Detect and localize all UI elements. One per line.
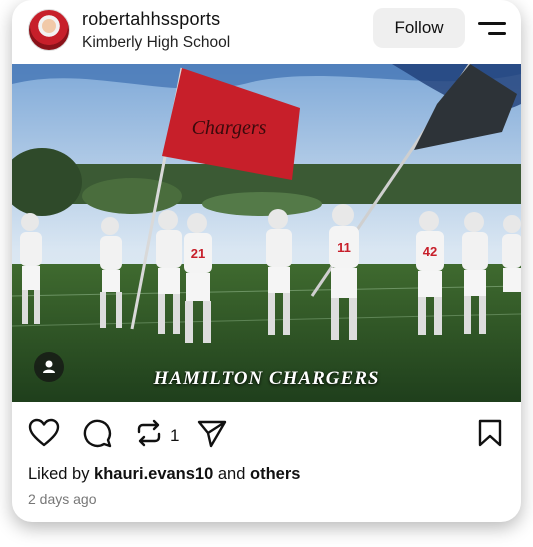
liked-middle: and (213, 465, 250, 483)
jersey-number: 42 (423, 244, 437, 259)
bookmark-icon[interactable] (477, 418, 503, 448)
jersey-number: 21 (191, 246, 205, 261)
location-label[interactable]: Kimberly High School (82, 34, 230, 52)
heart-icon[interactable] (28, 418, 60, 448)
liked-others-link[interactable]: others (250, 465, 300, 483)
menu-lines-icon[interactable] (478, 18, 506, 40)
flag-text: Chargers (192, 117, 267, 139)
post-timestamp: 2 days ago (28, 491, 97, 507)
person-tag-icon[interactable] (34, 352, 64, 382)
follow-button[interactable]: Follow (373, 8, 465, 48)
football-team-photo: Chargers 21 11 42 (12, 64, 521, 402)
repost-count: 1 (170, 426, 180, 445)
liked-user-link[interactable]: khauri.evans10 (94, 465, 213, 483)
repost-icon[interactable] (134, 418, 164, 448)
username[interactable]: robertahhssports (82, 9, 220, 30)
image-caption: HAMILTON CHARGERS (153, 368, 380, 389)
post-header: robertahhssports Kimberly High School Fo… (12, 0, 521, 64)
likes-summary: Liked by khauri.evans10 and others (28, 465, 300, 484)
action-bar: 1 (12, 402, 521, 460)
comment-icon[interactable] (82, 418, 112, 448)
send-icon[interactable] (196, 418, 228, 448)
liked-prefix: Liked by (28, 465, 95, 483)
post-card: robertahhssports Kimberly High School Fo… (12, 0, 521, 522)
jersey-number: 11 (337, 240, 351, 255)
post-image[interactable]: Chargers 21 11 42 HAMILTON CHARGERS (12, 64, 521, 402)
avatar[interactable] (28, 9, 70, 51)
